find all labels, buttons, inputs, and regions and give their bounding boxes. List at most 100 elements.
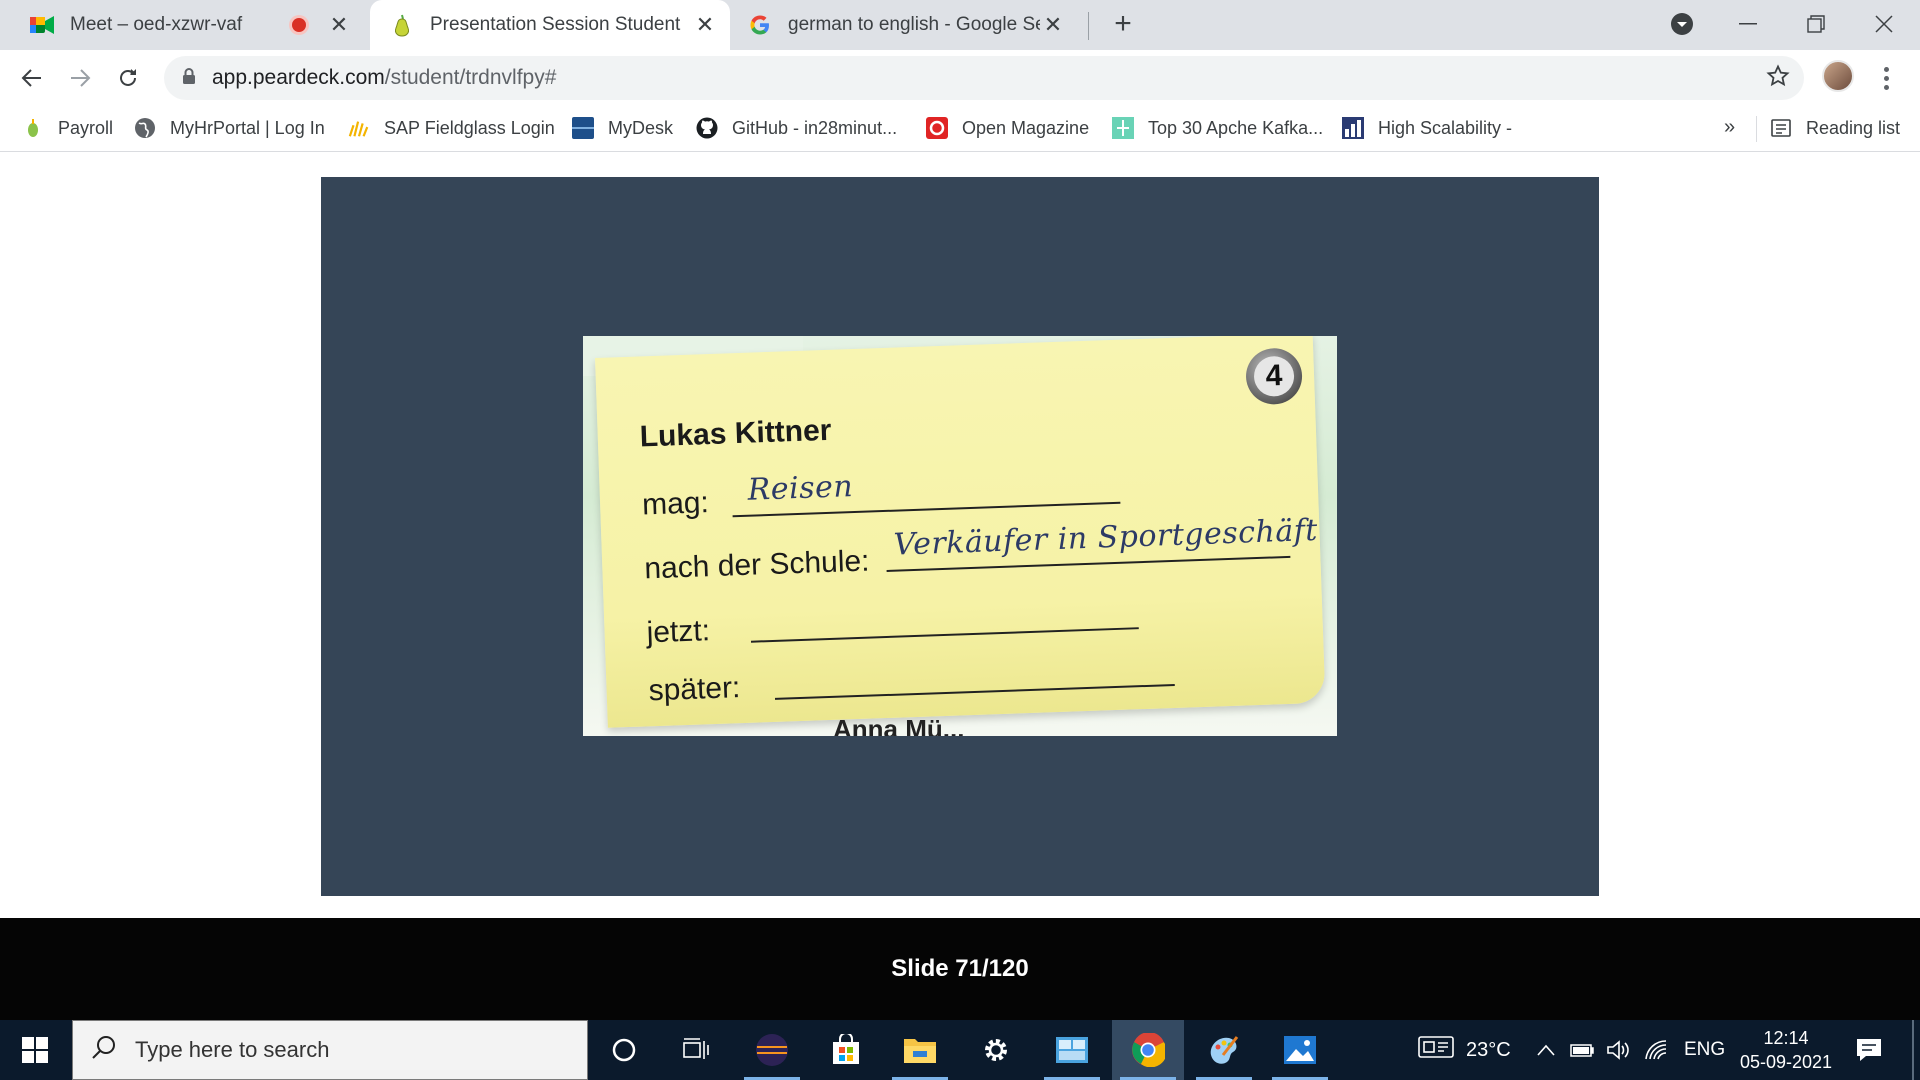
url-path: /student/trdnvlfpy# <box>384 66 557 89</box>
lock-icon[interactable] <box>182 67 196 90</box>
bookmark-high-scalability[interactable]: High Scalability - <box>1342 106 1512 150</box>
note-label-nach-der-schule: nach der Schule: <box>643 544 870 586</box>
battery-icon[interactable] <box>1570 1020 1594 1080</box>
bookmark-label: Payroll <box>58 117 114 138</box>
sap-fieldglass-icon <box>348 117 370 139</box>
settings-gear-icon[interactable] <box>960 1020 1032 1080</box>
tab-meet[interactable]: Meet – oed-xzwr-vaf ✕ <box>0 0 364 50</box>
forward-arrow-icon[interactable] <box>60 58 100 98</box>
google-icon <box>748 13 772 37</box>
minimize-icon[interactable] <box>1728 4 1768 44</box>
open-magazine-icon <box>926 117 948 139</box>
reading-list-button[interactable]: Reading list <box>1770 106 1900 150</box>
profile-avatar[interactable] <box>1822 60 1854 92</box>
note-label-spaeter: später: <box>648 671 741 708</box>
bookmark-payroll[interactable]: Payroll <box>22 106 113 150</box>
bookmark-label: MyHrPortal | Log In <box>170 117 325 138</box>
volume-icon[interactable] <box>1606 1020 1632 1080</box>
browser-menu-icon[interactable] <box>1872 62 1900 94</box>
bookmark-label: Top 30 Apche Kafka... <box>1148 117 1324 138</box>
bookmark-open-magazine[interactable]: Open Magazine <box>926 106 1089 150</box>
reload-icon[interactable] <box>108 58 148 98</box>
next-note-name-peek: Anna Mü... <box>833 714 965 736</box>
eclipse-icon[interactable] <box>736 1020 808 1080</box>
tab-title: Meet – oed-xzwr-vaf <box>70 14 243 35</box>
note-value-mag: Reisen <box>747 469 854 508</box>
show-desktop-button[interactable] <box>1912 1020 1914 1080</box>
bookmark-myhrportal[interactable]: MyHrPortal | Log In <box>134 106 325 150</box>
payroll-icon <box>22 117 44 139</box>
reading-list-icon <box>1770 117 1792 139</box>
badge-number: 4 <box>1253 355 1295 397</box>
windows-start-icon[interactable] <box>0 1020 70 1080</box>
close-tab-icon[interactable]: ✕ <box>692 12 718 38</box>
action-center-icon[interactable] <box>1856 1020 1882 1080</box>
mydesk-icon <box>572 117 594 139</box>
tab-presentation-session[interactable]: Presentation Session Student ✕ <box>370 0 730 50</box>
back-arrow-icon[interactable] <box>12 58 52 98</box>
browser-tab-strip: Meet – oed-xzwr-vaf ✕ Presentation Sessi… <box>0 0 1920 50</box>
windows-taskbar: Type here to search 23°C ENG 12:14 05-09… <box>0 1020 1920 1080</box>
restore-icon[interactable] <box>1796 4 1836 44</box>
file-explorer-icon[interactable] <box>884 1020 956 1080</box>
slide-image: 4 Lukas Kittner mag: Reisen nach der Sch… <box>583 336 1337 736</box>
bookmarks-overflow-button[interactable]: » <box>1724 116 1735 139</box>
url-domain: app.peardeck.com <box>212 66 385 89</box>
close-tab-icon[interactable]: ✕ <box>1040 12 1066 38</box>
note-label-jetzt: jetzt: <box>646 614 711 650</box>
sticky-note: 4 Lukas Kittner mag: Reisen nach der Sch… <box>595 336 1326 728</box>
pear-deck-student-view: 4 Lukas Kittner mag: Reisen nach der Sch… <box>0 153 1920 918</box>
new-tab-button[interactable]: + <box>1108 9 1138 40</box>
taskbar-search-box[interactable]: Type here to search <box>72 1020 588 1080</box>
address-bar[interactable]: app.peardeck.com/student/trdnvlfpy# <box>164 56 1804 100</box>
recording-indicator-icon <box>292 18 306 32</box>
photos-icon[interactable] <box>1264 1020 1336 1080</box>
microsoft-store-icon[interactable] <box>810 1020 882 1080</box>
globe-icon <box>134 117 156 139</box>
bookmark-label: Open Magazine <box>962 117 1090 138</box>
bookmark-label: GitHub - in28minut... <box>732 117 898 138</box>
slide-counter: Slide 71/120 <box>891 955 1029 982</box>
github-icon <box>696 117 718 139</box>
bookmark-label: MyDesk <box>608 117 674 138</box>
tab-search-button[interactable] <box>1662 4 1702 44</box>
tab-title: Presentation Session Student <box>430 14 681 35</box>
news-weather-icon <box>1418 1034 1454 1066</box>
search-placeholder: Type here to search <box>135 1037 330 1062</box>
chrome-icon[interactable] <box>1112 1020 1184 1080</box>
wifi-icon[interactable] <box>1644 1020 1668 1080</box>
task-view-icon[interactable] <box>660 1020 732 1080</box>
weather-widget[interactable]: 23°C <box>1418 1020 1511 1080</box>
bookmarks-bar: Payroll MyHrPortal | Log In SAP Fieldgla… <box>0 106 1920 152</box>
note-value-nach-der-schule: Verkäufer in Sportgeschäft <box>893 512 1319 563</box>
tab-google-search[interactable]: german to english - Google Sear ✕ <box>734 0 1078 50</box>
close-window-icon[interactable] <box>1864 4 1904 44</box>
bookmark-star-icon[interactable] <box>1766 64 1790 93</box>
browser-toolbar: app.peardeck.com/student/trdnvlfpy# <box>0 50 1920 106</box>
bookmark-sap-fieldglass[interactable]: SAP Fieldglass Login <box>348 106 555 150</box>
bookmark-label: SAP Fieldglass Login <box>384 117 555 138</box>
bookmark-mydesk[interactable]: MyDesk <box>572 106 673 150</box>
weather-temperature: 23°C <box>1466 1038 1511 1061</box>
number-badge: 4 <box>1245 347 1304 406</box>
clock-time: 12:14 <box>1763 1028 1809 1048</box>
answer-line <box>750 627 1139 643</box>
pear-deck-icon <box>390 13 414 37</box>
reading-list-label: Reading list <box>1806 117 1901 138</box>
bookmark-label: High Scalability - <box>1378 117 1513 138</box>
bookmark-kafka[interactable]: Top 30 Apche Kafka... <box>1112 106 1323 150</box>
note-person-name: Lukas Kittner <box>639 413 832 454</box>
bookmark-github[interactable]: GitHub - in28minut... <box>696 106 897 150</box>
close-tab-icon[interactable]: ✕ <box>326 12 352 38</box>
paint-3d-icon[interactable] <box>1188 1020 1260 1080</box>
show-hidden-icons-icon[interactable] <box>1536 1020 1556 1080</box>
cortana-icon[interactable] <box>588 1020 660 1080</box>
tab-title: german to english - Google Sear <box>788 14 1040 35</box>
control-panel-icon[interactable] <box>1036 1020 1108 1080</box>
answer-line <box>774 683 1175 700</box>
input-language-indicator[interactable]: ENG <box>1684 1020 1725 1080</box>
clock-date: 05-09-2021 <box>1739 1052 1833 1072</box>
url-text[interactable]: app.peardeck.com/student/trdnvlfpy# <box>212 66 556 90</box>
high-scalability-icon <box>1342 117 1364 139</box>
system-clock[interactable]: 12:14 05-09-2021 <box>1730 1026 1842 1074</box>
